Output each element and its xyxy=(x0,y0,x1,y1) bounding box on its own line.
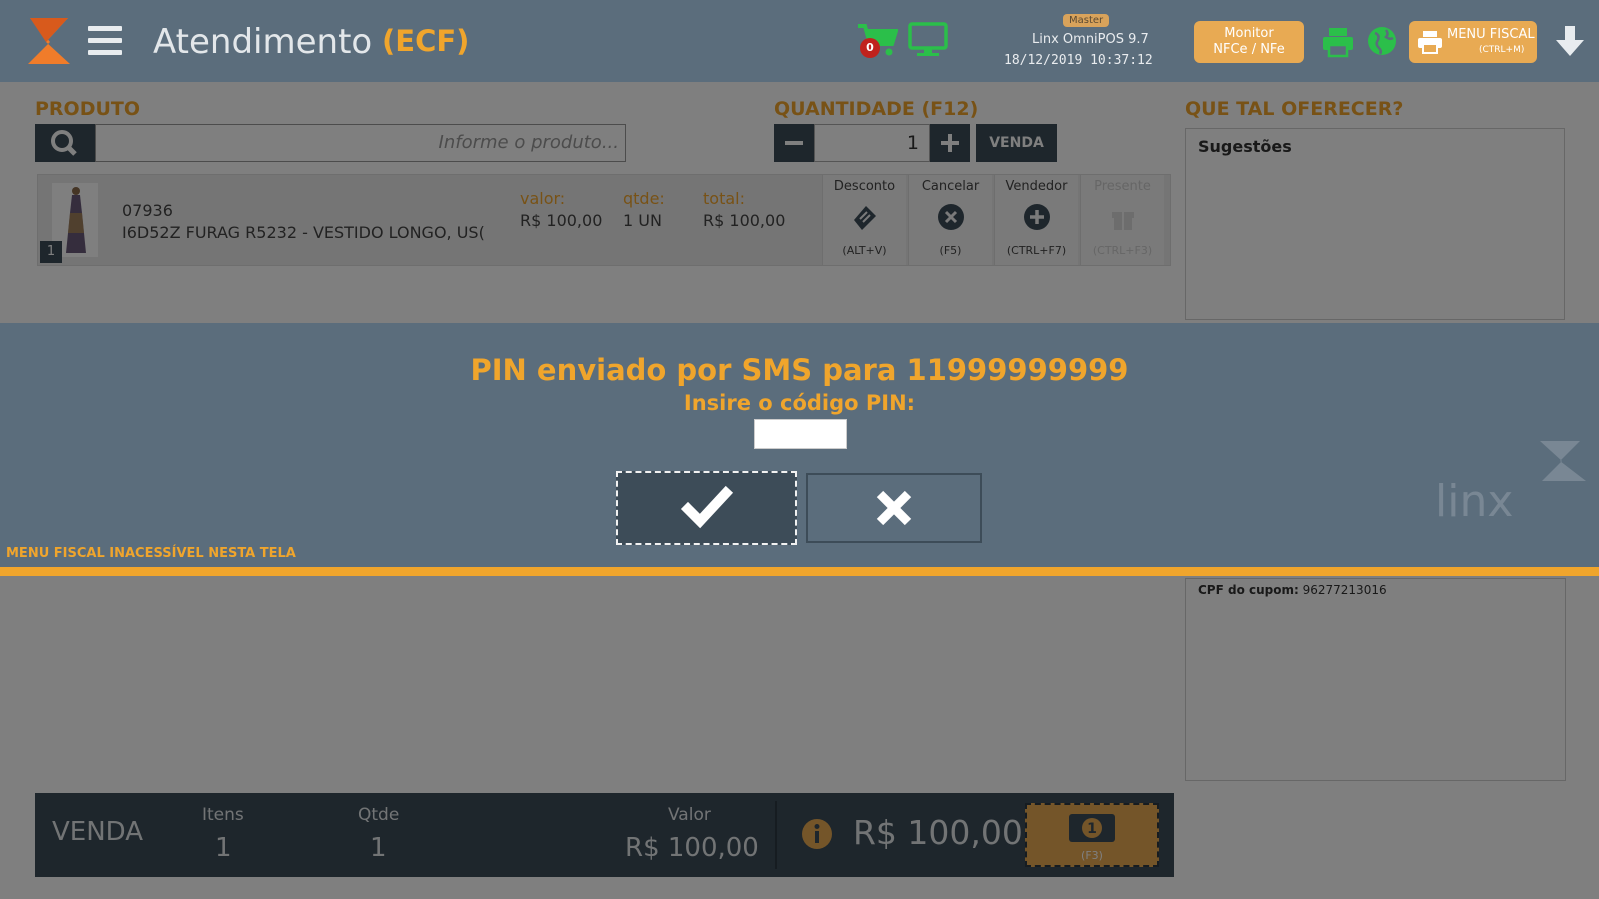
menu-fiscal-button[interactable]: MENU FISCAL (CTRL+M) xyxy=(1409,21,1537,63)
pin-input[interactable] xyxy=(754,419,847,449)
menu-fiscal-shortcut: (CTRL+M) xyxy=(1479,45,1525,55)
watermark-text: linx xyxy=(1435,476,1513,527)
monitor-button-line2: NFCe / NFe xyxy=(1213,42,1285,57)
monitor-nfce-button[interactable]: Monitor NFCe / NFe xyxy=(1194,21,1304,63)
top-header: Atendimento (ECF) 0 Master Linx OmniPOS … xyxy=(0,0,1599,82)
confirm-button[interactable] xyxy=(616,471,797,545)
menu-fiscal-unavailable-note: MENU FISCAL INACESSÍVEL NESTA TELA xyxy=(6,546,296,561)
menu-hamburger-icon[interactable] xyxy=(88,26,122,56)
checkmark-icon xyxy=(680,485,734,529)
monitor-button-line1: Monitor xyxy=(1224,26,1274,41)
fiscal-mode-label: (ECF) xyxy=(382,24,470,58)
monitor-icon[interactable] xyxy=(908,22,948,58)
pos-datetime-label: 18/12/2019 10:37:12 xyxy=(1004,53,1153,68)
printer-icon[interactable] xyxy=(1321,26,1355,58)
dialog-accent-bar xyxy=(0,567,1599,576)
cart-count-badge: 0 xyxy=(860,38,880,58)
globe-icon[interactable] xyxy=(1366,25,1398,57)
pin-dialog-subtitle: Insire o código PIN: xyxy=(683,391,916,415)
pin-dialog-title: PIN enviado por SMS para 11999999999 xyxy=(470,353,1129,387)
user-role-badge: Master xyxy=(1063,14,1110,27)
linx-logo-icon xyxy=(28,18,70,64)
pos-version-label: Linx OmniPOS 9.7 xyxy=(1032,32,1149,47)
fiscal-printer-icon xyxy=(1418,31,1442,54)
arrow-down-icon[interactable] xyxy=(1553,24,1587,58)
close-icon xyxy=(876,490,912,526)
cancel-button[interactable] xyxy=(806,473,982,543)
menu-fiscal-label: MENU FISCAL xyxy=(1447,27,1535,42)
linx-watermark-logo: linx xyxy=(1435,441,1586,527)
page-title: Atendimento xyxy=(153,22,373,62)
pin-dialog: PIN enviado por SMS para 11999999999 Ins… xyxy=(0,323,1599,576)
